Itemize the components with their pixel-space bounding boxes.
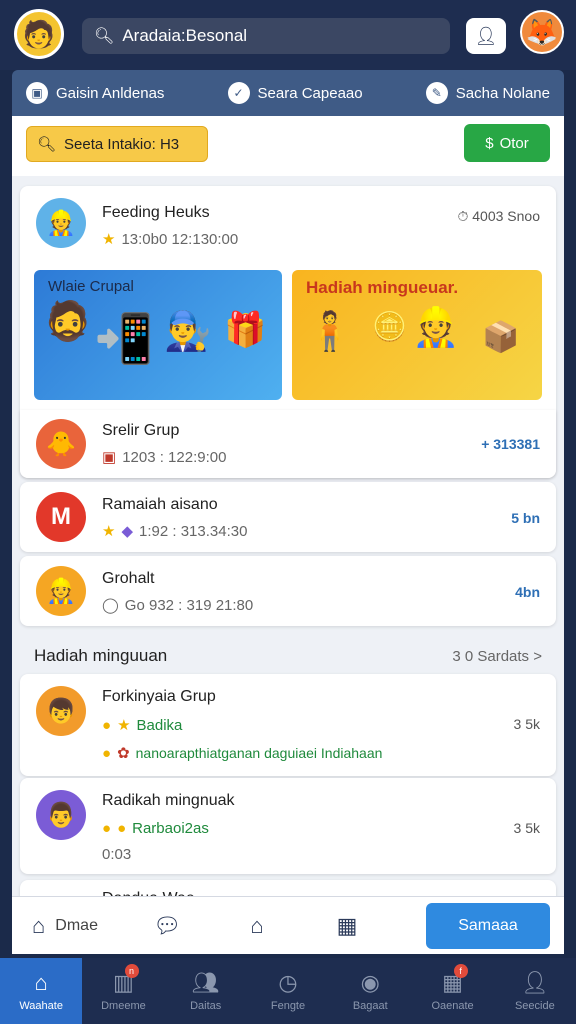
search-text: Aradaia:Besonal — [122, 26, 248, 45]
nav-bag[interactable]: ◉ Bagaat — [329, 958, 411, 1024]
bottom-nav: ⌂ Waahate n ▥ Dmeeme 👥︎ Daitas ◷ Fengte … — [0, 958, 576, 1024]
category-strip: ▣ Gaisin Anldenas ✓ Seara Capeaao ✎ Sach… — [12, 70, 564, 116]
gem-icon: ◆ — [121, 523, 133, 540]
list-item[interactable]: 👦 Forkinyaia Grup ● ★ Badika ● ✿ nanoara… — [20, 674, 556, 776]
tag-icon: ▣ — [26, 82, 48, 104]
promo-banner-left[interactable]: Wlaie Crupal 🧔 📲 👨‍🔧 🎁 — [34, 270, 282, 400]
people-icon: 👥︎ — [191, 970, 220, 995]
nav-clock[interactable]: ◷ Fengte — [247, 958, 329, 1024]
other-button[interactable]: $ Otor — [464, 124, 550, 162]
character-figure: 🧔 — [44, 301, 92, 343]
section-header: Hadiah minguuan 3 0 Sardats > — [12, 638, 564, 674]
character-figure: 👨‍🔧 — [164, 311, 212, 353]
featured-right: 4003 Snoo — [472, 208, 540, 224]
primary-action-button[interactable]: Samaaa — [426, 903, 550, 949]
category-tab-2[interactable]: ✓ Seara Capeaao — [227, 82, 363, 104]
list-item[interactable]: 🐥 Srelir Grup ▣ 1203 : 122:9:00 + 313381 — [20, 410, 556, 478]
avatar: 🐥 — [36, 419, 86, 469]
search-bar[interactable]: 🔍︎ Aradaia:Besonal — [82, 18, 450, 54]
clock-icon: ◷ — [278, 970, 298, 995]
store-button[interactable]: ⌂ — [212, 913, 302, 939]
featured-meta: 13:0b0 12:130:00 — [121, 230, 239, 248]
nav-people[interactable]: 👥︎ Daitas — [165, 958, 247, 1024]
action-bar: ⌂ Dmae 💬︎ ⌂ ▦ Samaaa — [12, 896, 564, 954]
character-figure: 👷 — [412, 307, 460, 349]
profile-avatar[interactable]: 🧑 — [14, 9, 64, 59]
money-icon: $ — [485, 134, 494, 152]
account-button[interactable]: 👤︎ — [466, 18, 506, 54]
nav-stats[interactable]: n ▥ Dmeeme — [82, 958, 164, 1024]
featured-title: Feeding Heuks — [102, 204, 210, 221]
home-action[interactable]: ⌂ Dmae — [12, 913, 122, 939]
star-icon: ★ — [117, 717, 131, 734]
ticket-icon: ▣ — [102, 449, 117, 466]
nav-calendar[interactable]: f ▦ Oaenate — [411, 958, 493, 1024]
coin-icon: ● — [102, 744, 112, 762]
nav-profile[interactable]: 👤︎ Seecide — [494, 958, 576, 1024]
chat-icon: 💬︎ — [153, 912, 181, 938]
avatar: M — [36, 492, 86, 542]
coin-icon: ● — [102, 820, 112, 837]
banner-left-title: Wlaie Crupal — [48, 278, 134, 295]
store-icon: ⌂ — [250, 912, 264, 938]
tablet-figure: 📲 — [94, 313, 154, 366]
banner-right-title: Hadiah mingueuar. — [306, 278, 459, 297]
star-icon: ★ — [102, 231, 116, 248]
character-figure: 🧍 — [306, 311, 354, 353]
search-icon: 🔍︎ — [37, 136, 57, 153]
chat-button[interactable]: 💬︎ — [122, 913, 212, 939]
check-icon: ✓ — [227, 82, 250, 104]
avatar: 👦 — [36, 686, 86, 736]
box-icon: 📦 — [482, 321, 520, 354]
category-tab-3[interactable]: ✎ Sacha Nolane — [425, 82, 550, 104]
home-icon: ⌂ — [32, 912, 46, 938]
notification-badge: f — [453, 964, 468, 978]
worker-avatar: 👷 — [36, 198, 86, 248]
mascot-avatar[interactable]: 🦊 — [520, 10, 564, 54]
home-icon: ⌂ — [34, 970, 48, 995]
top-bar: 🧑 🔍︎ Aradaia:Besonal 👤︎ 🦊 — [0, 0, 576, 70]
search-icon: 🔍︎ — [94, 28, 115, 45]
user-icon: 👤︎ — [520, 970, 549, 995]
see-more-link[interactable]: 3 0 Sardats > — [452, 648, 542, 665]
coin-icon: 🪙 — [372, 311, 407, 342]
building-icon: ▦ — [336, 912, 358, 938]
coin-icon: ● — [117, 820, 127, 837]
user-icon: 👤︎ — [474, 25, 498, 46]
avatar: 👷 — [36, 566, 86, 616]
list-item[interactable]: M Ramaiah aisano ★ ◆ 1:92 : 313.34:30 5 … — [20, 482, 556, 552]
nav-home[interactable]: ⌂ Waahate — [0, 958, 83, 1024]
building-button[interactable]: ▦ — [302, 913, 392, 939]
gift-icon: 🎁 — [224, 311, 267, 349]
edit-icon: ✎ — [425, 82, 448, 104]
filter-chip[interactable]: 🔍︎ Seeta Intakio: H3 — [26, 126, 208, 162]
flower-icon: ✿ — [117, 745, 130, 762]
section-title: Hadiah minguuan — [34, 646, 168, 665]
promo-banner-right[interactable]: Hadiah mingueuar. 🧍 🪙 👷 📦 — [292, 270, 542, 400]
clock-icon: ◯ — [102, 597, 119, 614]
timer-icon: ⏱︎ — [457, 208, 469, 224]
list-item[interactable]: 👷 Grohalt ◯ Go 932 : 319 21:80 4bn — [20, 556, 556, 626]
coin-icon: ● — [102, 716, 112, 734]
list-item[interactable]: 👨 Radikah mingnuak ● ● Rarbaoi2as 0:03 3… — [20, 778, 556, 874]
star-icon: ★ — [102, 523, 116, 540]
filter-bar: 🔍︎ Seeta Intakio: H3 $ Otor — [12, 116, 564, 176]
category-tab-1[interactable]: ▣ Gaisin Anldenas — [26, 82, 164, 104]
main-panel: 🔍︎ Seeta Intakio: H3 $ Otor 👷 Feeding He… — [12, 116, 564, 900]
avatar: 👨 — [36, 790, 86, 840]
notification-badge: n — [124, 964, 139, 978]
bag-icon: ◉ — [360, 970, 380, 995]
